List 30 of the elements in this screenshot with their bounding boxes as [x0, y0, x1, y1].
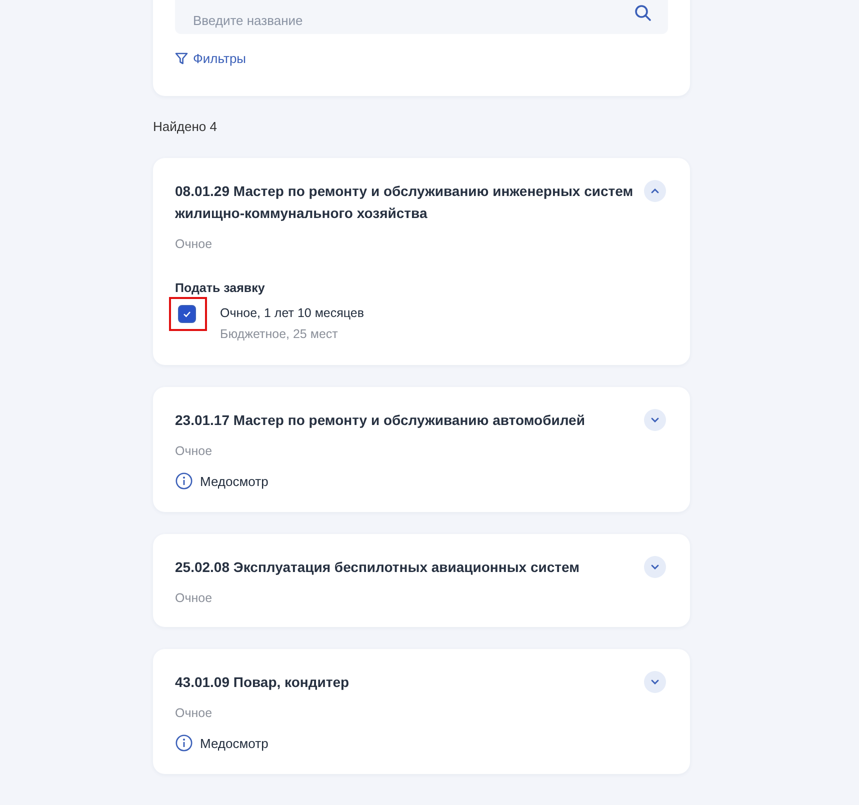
checkbox[interactable]: [178, 305, 196, 323]
program-title[interactable]: 25.02.08 Эксплуатация беспилотных авиационных систем: [175, 556, 635, 578]
note-text: Медосмотр: [200, 474, 268, 488]
expand-toggle[interactable]: [644, 556, 666, 578]
program-title[interactable]: 43.01.09 Повар, кондитер: [175, 671, 635, 693]
note-text: Медосмотр: [200, 736, 268, 750]
filter-icon: [175, 52, 188, 65]
checkmark-icon: [182, 309, 192, 319]
search-icon[interactable]: [634, 4, 652, 22]
apply-heading: Подать заявку: [175, 281, 266, 295]
results-count: Найдено 4: [153, 119, 218, 134]
study-form: Очное: [175, 237, 214, 251]
option-detail: Бюджетное, 25 мест: [220, 326, 339, 343]
chevron-down-icon: [650, 562, 660, 572]
info-icon: [175, 734, 193, 752]
expand-toggle[interactable]: [644, 180, 666, 202]
expand-toggle[interactable]: [644, 409, 666, 431]
search-field[interactable]: Введите название: [175, 0, 668, 34]
option-label: Очное, 1 лет 10 месяцев: [220, 305, 364, 322]
chevron-down-icon: [650, 415, 660, 425]
study-form: Очное: [175, 591, 214, 605]
study-form: Очное: [175, 706, 214, 720]
expand-toggle[interactable]: [644, 671, 666, 693]
program-title[interactable]: 08.01.29 Мастер по ремонту и обслуживанию инженерных систем жилищно-коммунального хозяйства: [175, 180, 635, 224]
chevron-down-icon: [650, 677, 660, 687]
info-icon: [175, 472, 193, 490]
chevron-up-icon: [650, 186, 660, 196]
filters-link[interactable]: Фильтры: [175, 51, 246, 66]
program-title[interactable]: 23.01.17 Мастер по ремонту и обслуживанию автомобилей: [175, 409, 635, 431]
study-form: Очное: [175, 444, 214, 458]
